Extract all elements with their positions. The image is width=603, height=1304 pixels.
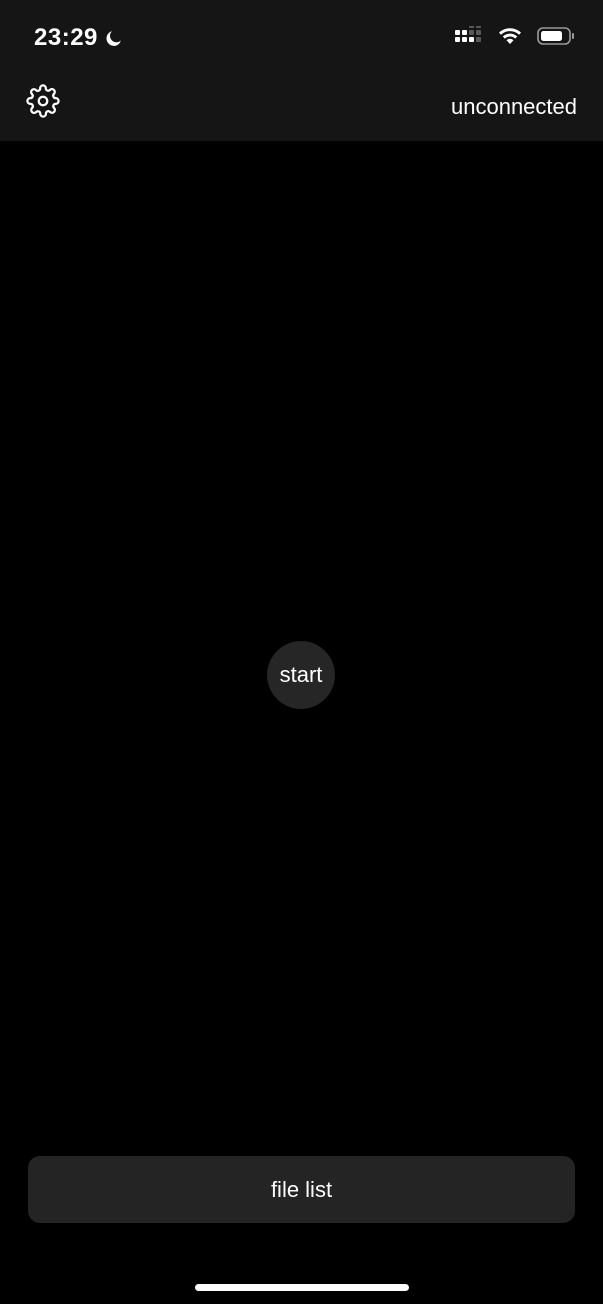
- top-area: 23:29 unconnected: [0, 0, 603, 141]
- status-time: 23:29: [34, 24, 98, 51]
- status-bar: 23:29: [0, 0, 603, 76]
- wifi-icon: [497, 26, 523, 46]
- home-indicator: [195, 1284, 409, 1291]
- start-button[interactable]: start: [267, 641, 335, 709]
- connection-status: unconnected: [451, 94, 577, 119]
- gear-icon: [26, 83, 60, 123]
- app-header: unconnected: [0, 76, 603, 141]
- settings-button[interactable]: [24, 83, 62, 123]
- status-icons: [455, 24, 575, 46]
- moon-icon: [103, 28, 123, 48]
- status-time-group: 23:29: [34, 24, 123, 52]
- battery-icon: [537, 26, 575, 46]
- file-list-button[interactable]: file list: [28, 1156, 575, 1223]
- signal-icon: [455, 24, 483, 46]
